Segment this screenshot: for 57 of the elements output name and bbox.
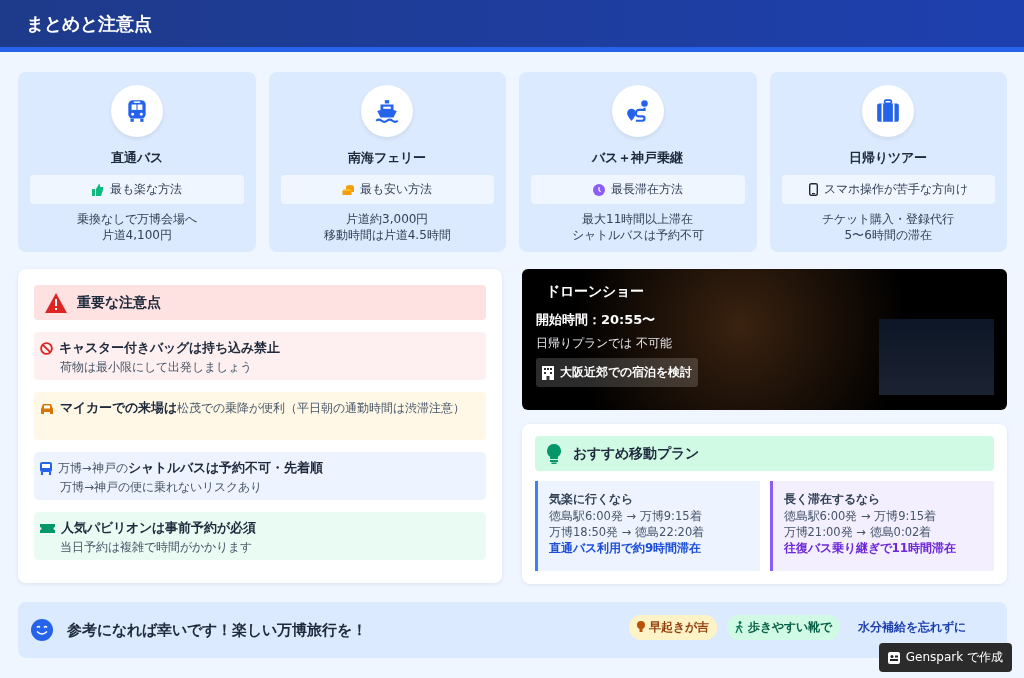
method-title: 日帰りツアー	[849, 149, 928, 167]
plan-title: 気楽に行くなら	[549, 491, 634, 507]
footer-message: 参考になれば幸いです！楽しい万博旅行を！	[67, 620, 368, 640]
ticket-icon	[40, 524, 55, 533]
tag-label: 最長滞在方法	[610, 181, 683, 198]
building-icon	[542, 365, 554, 380]
method-title: バス＋神戸乗継	[592, 149, 684, 167]
page-title: まとめと注意点	[26, 11, 152, 36]
method-title: 直通バス	[110, 149, 163, 167]
tip-tag: 歩きやすい靴で	[727, 614, 840, 640]
smile-icon	[31, 619, 53, 641]
drone-show-note: 日帰りプランでは 不可能	[536, 335, 673, 352]
method-description: 片道約3,000円 移動時間は片道4.5時間	[323, 211, 451, 243]
plan-schedule: 万博21:00発 → 徳島0:02着	[783, 524, 933, 540]
thumbs-up-icon	[91, 183, 104, 196]
warning-title: 万博→神戸のシャトルバスは予約不可・先着順	[58, 460, 323, 477]
method-title: 南海フェリー	[348, 149, 427, 167]
hotel-suggestion-label: 大阪近郊での宿泊を検討	[560, 365, 692, 380]
route-icon	[624, 98, 651, 124]
start-time: 開始時間：20:55〜	[536, 311, 657, 329]
plan-schedule: 徳島駅6:00発 → 万博9:15着	[783, 508, 938, 524]
method-description: チケット購入・登録代行 5〜6時間の滞在	[822, 211, 955, 243]
warnings-title: 重要な注意点	[77, 293, 161, 312]
warning-title: 人気パビリオンは事前予約が必須	[61, 520, 256, 537]
bus-icon	[40, 462, 52, 475]
method-description: 乗換なしで万博会場へ 片道4,100円	[76, 211, 197, 243]
warning-title: マイカーでの来場は松茂での乗降が便利（平日朝の通勤時間は渋滞注意）	[60, 400, 465, 417]
lightbulb-icon	[637, 621, 645, 633]
phone-icon	[808, 183, 818, 196]
drone-show-title: ドローンショー	[546, 283, 645, 301]
car-icon	[40, 402, 54, 415]
prohibited-icon	[40, 342, 53, 355]
walking-person-icon	[735, 621, 744, 633]
plan-schedule: 万博18:50発 → 徳島22:20着	[549, 524, 706, 540]
tag-label: 最も安い方法	[360, 181, 433, 198]
plan-summary: 直通バス利用で約9時間滞在	[549, 540, 703, 556]
tip-tag: 水分補給を忘れずに	[850, 614, 974, 640]
plan-title: 長く滞在するなら	[783, 491, 881, 507]
coins-icon	[342, 183, 355, 196]
warning-title: キャスター付きバッグは持ち込み禁止	[59, 340, 280, 357]
ship-icon	[374, 98, 401, 124]
tag-label: スマホ操作が苦手な方向け	[823, 181, 968, 198]
plans-title: おすすめ移動プラン	[573, 444, 699, 463]
tag-label: 最も楽な方法	[109, 181, 182, 198]
warning-detail: 当日予約は複雑で時間がかかります	[60, 539, 253, 556]
lightbulb-icon	[547, 443, 561, 464]
clock-icon	[592, 183, 605, 196]
method-description: 最大11時間以上滞在 シャトルバスは予約不可	[571, 211, 704, 243]
suitcase-icon	[875, 98, 902, 124]
warning-detail: 万博→神戸の便に乗れないリスクあり	[60, 479, 264, 496]
warning-detail: 荷物は最小限にして出発しましょう	[60, 359, 253, 376]
plan-schedule: 徳島駅6:00発 → 万博9:15着	[549, 508, 703, 524]
made-with-badge[interactable]: Genspark で作成	[878, 643, 1012, 672]
warning-icon	[45, 292, 67, 313]
tip-tag: 早起きが吉	[629, 614, 717, 640]
app-icon	[887, 651, 900, 664]
plan-summary: 往復バス乗り継ぎで11時間滞在	[783, 540, 958, 556]
